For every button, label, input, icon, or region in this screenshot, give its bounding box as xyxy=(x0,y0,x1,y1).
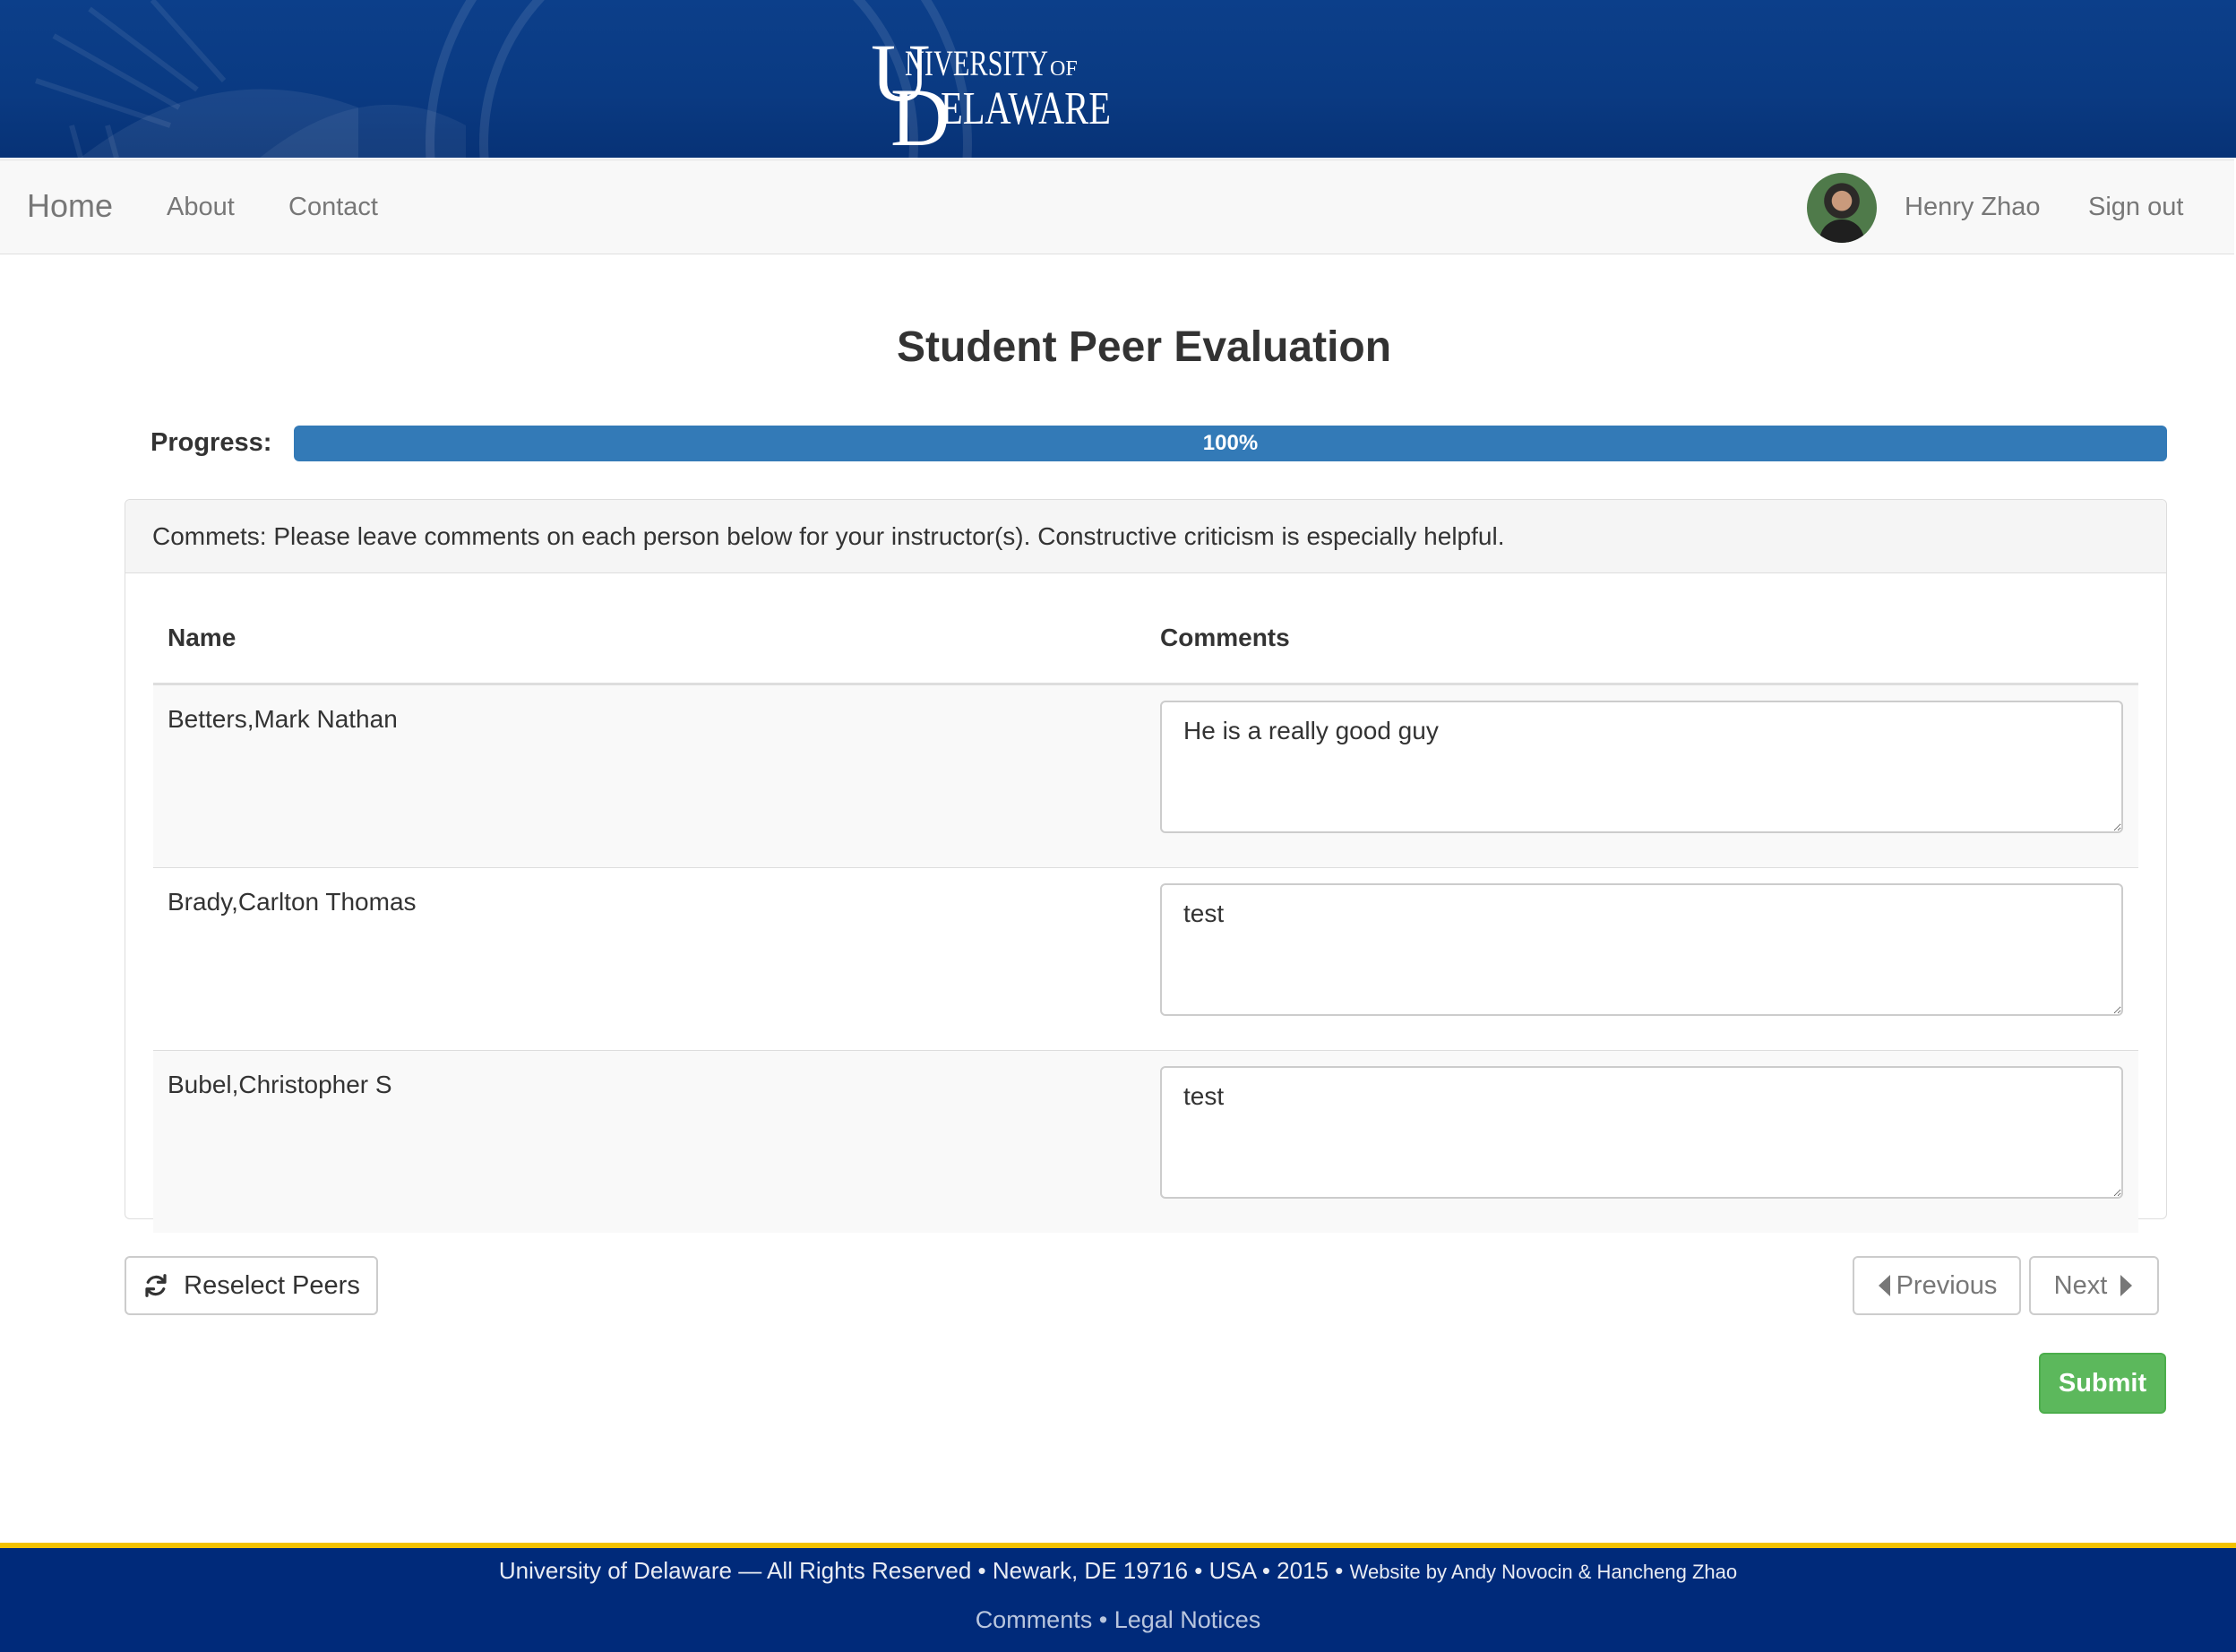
comment-cell: test xyxy=(1146,867,2138,1051)
submit-button[interactable]: Submit xyxy=(2039,1353,2166,1414)
nav-contact-link[interactable]: Contact xyxy=(288,193,378,222)
comment-textarea[interactable]: test xyxy=(1160,883,2123,1016)
column-header-name: Name xyxy=(153,600,1146,685)
comments-panel: Commets: Please leave comments on each p… xyxy=(125,499,2167,1233)
peer-name: Brady,Carlton Thomas xyxy=(153,867,1146,1051)
nav-user-name[interactable]: Henry Zhao xyxy=(1905,193,2041,222)
previous-button[interactable]: Previous xyxy=(1853,1256,2021,1315)
reselect-peers-label: Reselect Peers xyxy=(184,1270,360,1300)
page-footer: University of Delaware — All Rights Rese… xyxy=(0,1543,2236,1652)
peer-name: Bubel,Christopher S xyxy=(153,1050,1146,1233)
progress-bar: 100% xyxy=(294,426,2167,461)
reselect-peers-button[interactable]: Reselect Peers xyxy=(125,1256,378,1315)
footer-separator: • xyxy=(1098,1606,1108,1633)
comment-cell: test xyxy=(1146,1050,2138,1233)
nav-sign-out-link[interactable]: Sign out xyxy=(2088,193,2183,222)
peer-comments-table: Name Comments Betters,Mark Nathan He is … xyxy=(153,600,2138,1233)
table-row: Bubel,Christopher S test xyxy=(153,1050,2138,1233)
university-logo[interactable]: U D NIVERSITY OF ELAWARE xyxy=(869,30,1138,147)
footer-copyright-text: University of Delaware — All Rights Rese… xyxy=(498,1557,1344,1584)
progress-bar-fill: 100% xyxy=(294,426,2167,461)
svg-text:NIVERSITY: NIVERSITY xyxy=(905,43,1048,83)
page-title: Student Peer Evaluation xyxy=(896,323,1392,371)
triangle-right-icon xyxy=(2120,1275,2133,1296)
nav-about-link[interactable]: About xyxy=(167,193,235,222)
footer-links: Comments • Legal Notices xyxy=(0,1606,2236,1634)
footer-copyright: University of Delaware — All Rights Rese… xyxy=(0,1557,2236,1585)
panel-heading: Commets: Please leave comments on each p… xyxy=(125,500,2166,573)
triangle-left-icon xyxy=(1878,1275,1890,1296)
column-header-comments: Comments xyxy=(1146,600,2138,685)
refresh-icon xyxy=(145,1274,167,1297)
comment-textarea[interactable]: He is a really good guy xyxy=(1160,701,2123,833)
comment-textarea[interactable]: test xyxy=(1160,1066,2123,1199)
progress-label: Progress: xyxy=(150,428,272,457)
svg-text:OF: OF xyxy=(1050,57,1078,81)
comment-cell: He is a really good guy xyxy=(1146,684,2138,868)
table-header-row: Name Comments xyxy=(153,600,2138,685)
nav-home-link[interactable]: Home xyxy=(27,187,113,225)
footer-comments-link[interactable]: Comments xyxy=(976,1606,1093,1633)
next-button[interactable]: Next xyxy=(2029,1256,2159,1315)
next-label: Next xyxy=(2053,1270,2108,1300)
top-navbar: Home About Contact Henry Zhao Sign out xyxy=(0,159,2234,254)
user-avatar[interactable] xyxy=(1807,173,1877,243)
header-banner: U D NIVERSITY OF ELAWARE xyxy=(0,0,2236,158)
footer-legal-link[interactable]: Legal Notices xyxy=(1114,1606,1261,1633)
progress-text: 100% xyxy=(1202,431,1259,455)
footer-credit: Website by Andy Novocin & Hancheng Zhao xyxy=(1349,1561,1738,1583)
table-row: Betters,Mark Nathan He is a really good … xyxy=(153,684,2138,868)
peer-name: Betters,Mark Nathan xyxy=(153,684,1146,868)
table-row: Brady,Carlton Thomas test xyxy=(153,867,2138,1051)
previous-label: Previous xyxy=(1896,1270,1998,1300)
svg-text:ELAWARE: ELAWARE xyxy=(941,83,1111,134)
